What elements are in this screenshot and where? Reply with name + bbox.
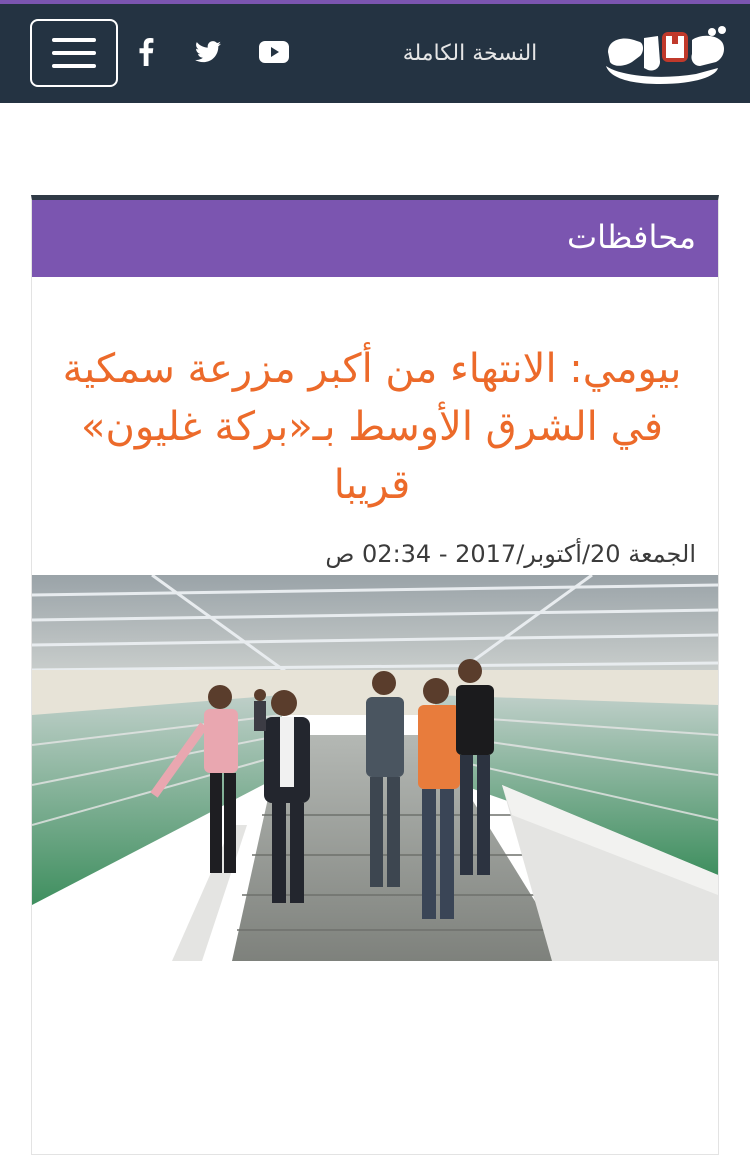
article-date: الجمعة 20/أكتوبر/2017 - 02:34 ص (325, 540, 696, 568)
article-photo[interactable] (32, 575, 718, 961)
site-header: النسخة الكاملة (0, 4, 750, 103)
section-title[interactable]: محافظات (567, 218, 696, 256)
full-version-link[interactable]: النسخة الكاملة (380, 34, 560, 74)
article-headline[interactable]: بيومي: الانتهاء من أكبر مزرعة سمكية في ا… (62, 340, 682, 514)
hamburger-menu-button[interactable] (30, 19, 118, 87)
section-header: محافظات (32, 200, 718, 277)
article-card: محافظات بيومي: الانتهاء من أكبر مزرعة سم… (31, 195, 719, 1155)
facebook-icon[interactable] (132, 34, 160, 70)
site-logo[interactable] (600, 22, 732, 90)
menu-bar-line (52, 64, 96, 68)
menu-bar-line (52, 38, 96, 42)
youtube-icon[interactable] (256, 34, 292, 70)
menu-bar-line (52, 51, 96, 55)
twitter-icon[interactable] (190, 34, 226, 70)
